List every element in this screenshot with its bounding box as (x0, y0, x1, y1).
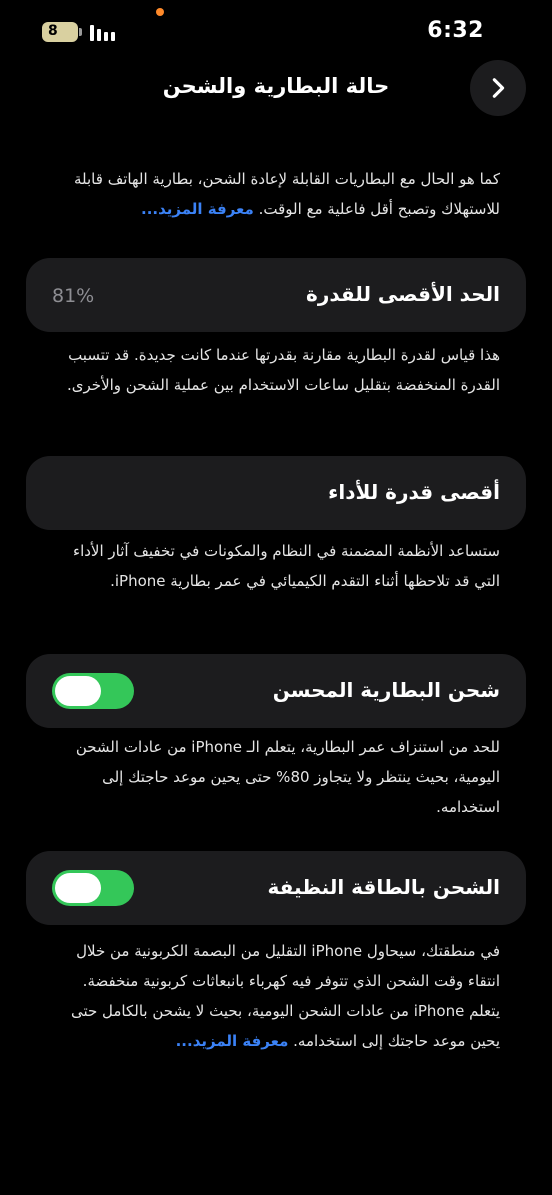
peak-performance-label: أقصى قدرة للأداء (328, 480, 500, 504)
peak-performance-description: ستساعد الأنظمة المضمنة في النظام والمكون… (73, 542, 500, 590)
privacy-indicator-dot (156, 8, 164, 16)
toggle-knob (55, 676, 101, 706)
optimized-charging-label: شحن البطارية المحسن (272, 678, 500, 702)
intro-text: كما هو الحال مع البطاريات القابلة لإعادة… (74, 170, 500, 218)
clean-energy-charging-label: الشحن بالطاقة النظيفة (267, 875, 501, 899)
battery-icon: 8 (42, 22, 82, 42)
status-bar: 8 6:32 (0, 0, 552, 64)
max-capacity-description: هذا قياس لقدرة البطارية مقارنة بقدرتها ع… (67, 346, 500, 394)
optimized-charging-row: شحن البطارية المحسن (26, 654, 526, 728)
intro-description: كما هو الحال مع البطاريات القابلة لإعادة… (50, 164, 500, 224)
max-capacity-label: الحد الأقصى للقدرة (306, 282, 500, 306)
learn-more-link[interactable]: معرفة المزيد... (141, 200, 254, 218)
clean-energy-learn-more-link[interactable]: معرفة المزيد... (176, 1032, 289, 1050)
battery-level: 8 (48, 23, 58, 39)
clean-energy-description: في منطقتك، سيحاول iPhone التقليل من البص… (50, 936, 500, 1056)
page-title: حالة البطارية والشحن (162, 74, 390, 98)
toggle-knob (55, 873, 101, 903)
optimized-charging-toggle[interactable] (52, 673, 134, 709)
cellular-signal-icon (90, 23, 120, 41)
clean-energy-charging-row: الشحن بالطاقة النظيفة (26, 851, 526, 925)
peak-performance-row: أقصى قدرة للأداء (26, 456, 526, 530)
max-capacity-value: 81% (52, 285, 95, 307)
optimized-charging-description: للحد من استنزاف عمر البطارية، يتعلم الـ … (75, 738, 500, 816)
max-capacity-row: الحد الأقصى للقدرة 81% (26, 258, 526, 332)
status-time: 6:32 (427, 18, 484, 43)
clean-energy-charging-toggle[interactable] (52, 870, 134, 906)
